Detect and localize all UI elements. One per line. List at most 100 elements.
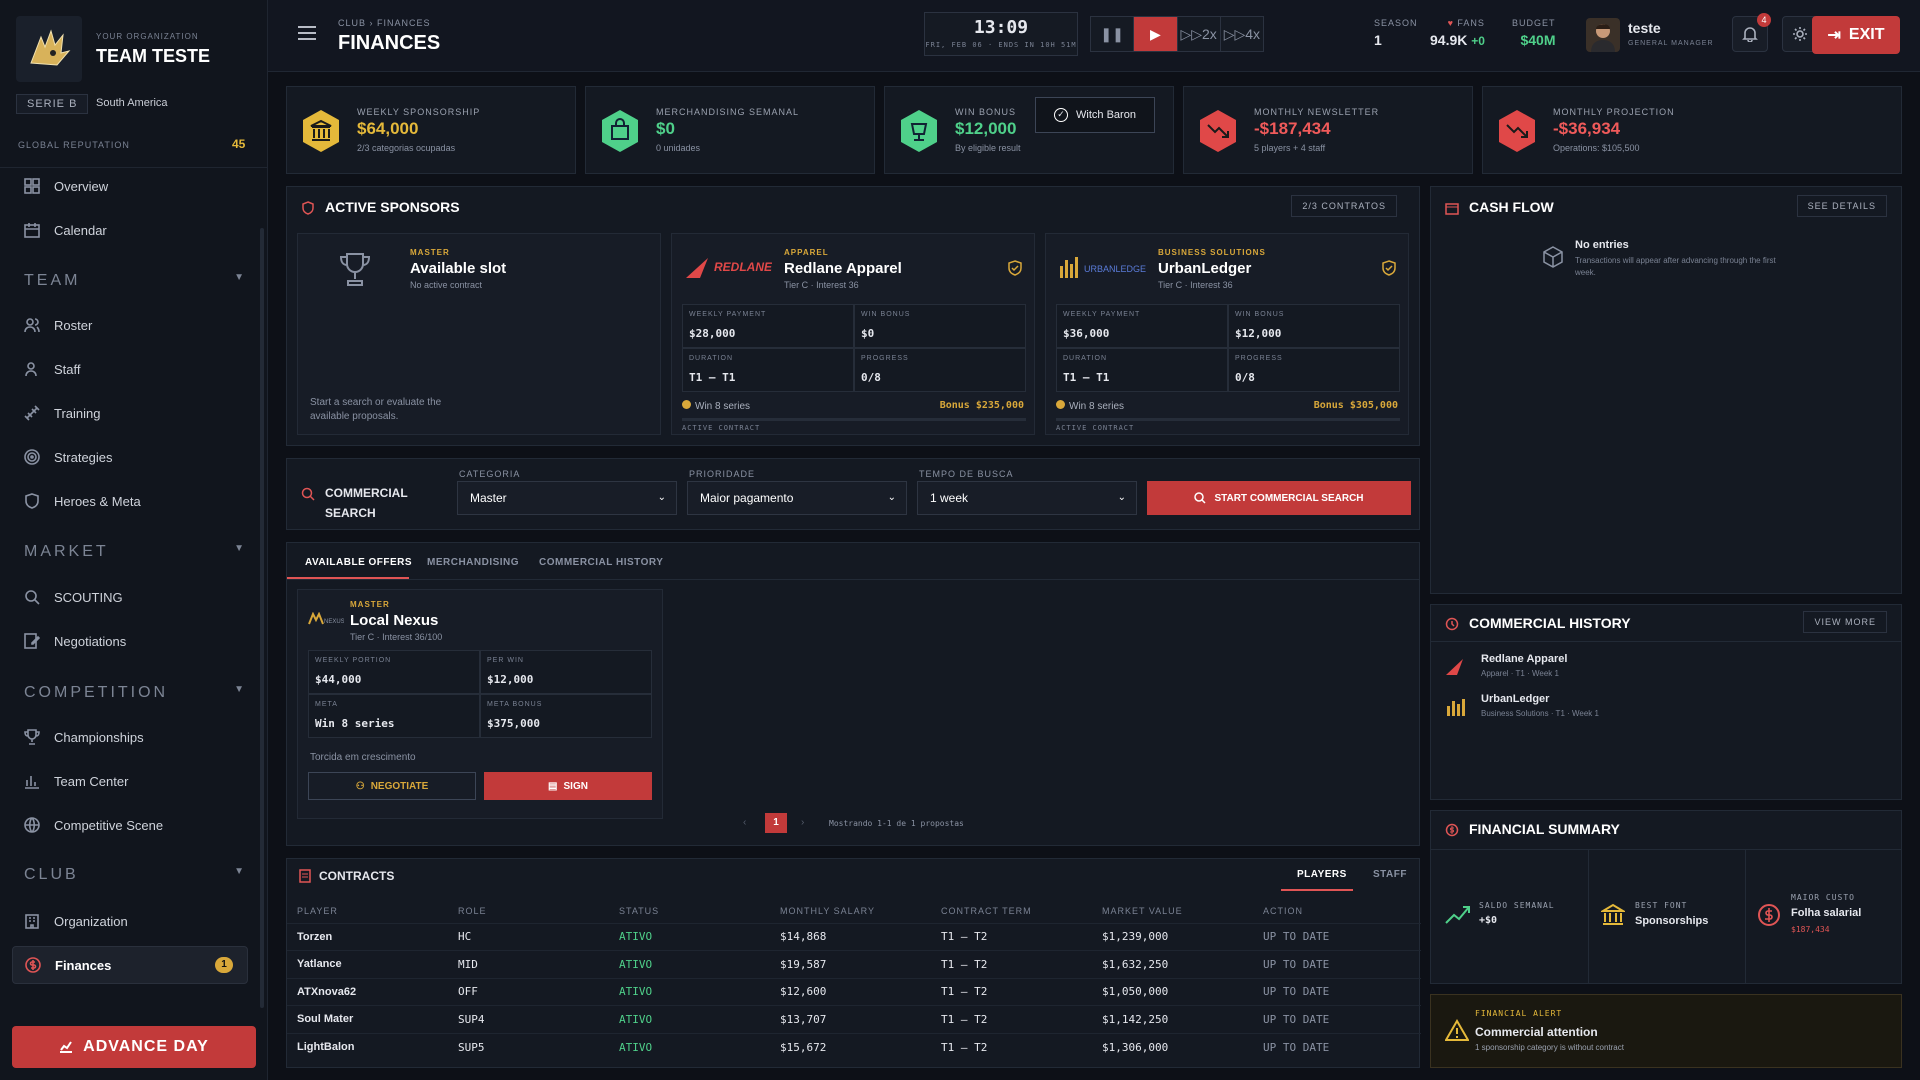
kpi-monthly-newsletter: MONTHLY NEWSLETTER -$187,434 5 players +… xyxy=(1183,86,1473,174)
cell-value: $44,000 xyxy=(315,673,362,686)
cell-label: WEEKLY PAYMENT xyxy=(689,311,767,318)
col-salary: MONTHLY SALARY xyxy=(780,905,876,916)
speed-2x-button[interactable]: ▷▷ 2x xyxy=(1178,17,1221,51)
sponsor-slot-available[interactable]: MASTER Available slot No active contract… xyxy=(297,233,661,435)
view-more-button[interactable]: VIEW MORE xyxy=(1803,611,1887,633)
nav-negotiations[interactable]: Negotiations xyxy=(12,623,248,659)
nav-championships[interactable]: Championships xyxy=(12,719,248,755)
notifications-button[interactable]: 4 xyxy=(1732,13,1771,52)
sponsor-card-redlane[interactable]: REDLANE APPAREL Redlane Apparel Tier C ·… xyxy=(671,233,1035,435)
history-sub: Business Solutions · T1 · Week 1 xyxy=(1481,709,1599,718)
cell-value: Win 8 series xyxy=(315,717,395,730)
history-item[interactable]: Redlane Apparel Apparel · T1 · Week 1 xyxy=(1445,649,1889,685)
financial-alert: FINANCIAL ALERT Commercial attention 1 s… xyxy=(1430,994,1902,1068)
contract-status: ACTIVE CONTRACT xyxy=(1056,424,1135,432)
table-row[interactable]: Torzen HC ATIVO $14,868 T1 — T2 $1,239,000 UP … xyxy=(287,922,1421,951)
warning-icon xyxy=(1444,1019,1470,1044)
chevron-down-icon: ▼ xyxy=(234,272,244,283)
tab-players[interactable]: PLAYERS xyxy=(1297,869,1347,880)
weekly-payment-cell: WEEKLY PAYMENT $28,000 xyxy=(682,304,854,348)
nav-staff[interactable]: Staff xyxy=(12,351,248,387)
cell-role: MID xyxy=(448,950,609,978)
section-team[interactable]: TEAM ▼ xyxy=(24,272,244,290)
tab-staff[interactable]: STAFF xyxy=(1373,869,1407,880)
table-row[interactable]: Soul Mater SUP4 ATIVO $13,707 T1 — T2 $1,142,… xyxy=(287,1005,1421,1033)
cell-player: Yatlance xyxy=(287,950,448,978)
next-page-icon[interactable]: › xyxy=(801,817,804,828)
nav-finances[interactable]: Finances 1 xyxy=(12,946,248,984)
section-competition[interactable]: COMPETITION ▼ xyxy=(24,684,244,702)
slot-hint: Start a search or evaluate the available… xyxy=(310,397,442,422)
witch-baron-button[interactable]: ✓ Witch Baron xyxy=(1035,97,1155,133)
finances-badge: 1 xyxy=(215,957,233,973)
panel-title: CASH FLOW xyxy=(1469,199,1554,215)
panel-title: COMMERCIAL HISTORY xyxy=(1469,615,1631,631)
button-label: START COMMERCIAL SEARCH xyxy=(1214,492,1364,504)
pause-button[interactable]: ❚❚ xyxy=(1091,17,1135,51)
priority-select[interactable]: Maior pagamento ⌄ xyxy=(687,481,907,515)
nav-training[interactable]: Training xyxy=(12,395,248,431)
negotiate-button[interactable]: ⚇ NEGOTIATE xyxy=(308,772,476,800)
nav-calendar[interactable]: Calendar xyxy=(12,212,248,248)
col-status: STATUS xyxy=(619,905,660,916)
sponsor-tier: BUSINESS SOLUTIONS xyxy=(1158,248,1266,257)
kpi-sub: 0 unidades xyxy=(656,143,701,153)
tab-available-offers[interactable]: AVAILABLE OFFERS xyxy=(305,557,412,568)
cell-status: ATIVO xyxy=(609,1005,770,1033)
start-search-button[interactable]: START COMMERCIAL SEARCH xyxy=(1147,481,1411,515)
tab-merchandising[interactable]: MERCHANDISING xyxy=(427,557,519,568)
page-1-button[interactable]: 1 xyxy=(765,813,787,833)
nav-scouting[interactable]: SCOUTING xyxy=(12,579,248,615)
cell-label: WEEKLY PORTION xyxy=(315,657,392,664)
nav-label: Negotiations xyxy=(54,633,127,649)
shield-icon xyxy=(25,493,39,509)
advance-day-button[interactable]: ADVANCE DAY xyxy=(12,1026,256,1068)
offer-card-local-nexus[interactable]: NEXUS MASTER Local Nexus Tier C · Intere… xyxy=(297,589,663,819)
category-select[interactable]: Master ⌄ xyxy=(457,481,677,515)
user-name: teste xyxy=(1628,20,1661,36)
history-item[interactable]: UrbanLedger Business Solutions · T1 · We… xyxy=(1445,689,1889,725)
table-row[interactable]: ATXnova62 OFF ATIVO $12,600 T1 — T2 $1,050,00… xyxy=(287,977,1421,1006)
meta-bonus-cell: META BONUS $375,000 xyxy=(480,694,652,738)
kpi-label: MONTHLY NEWSLETTER xyxy=(1254,107,1380,117)
offers-panel: AVAILABLE OFFERS MERCHANDISING COMMERCIA… xyxy=(286,542,1420,846)
nav-label: Roster xyxy=(54,317,93,333)
nav-strategies[interactable]: Strategies xyxy=(12,439,248,475)
play-button[interactable]: ▶ xyxy=(1134,17,1178,51)
section-market[interactable]: MARKET ▼ xyxy=(24,543,244,561)
time-select[interactable]: 1 week ⌄ xyxy=(917,481,1137,515)
menu-icon[interactable] xyxy=(298,26,316,40)
breadcrumb[interactable]: CLUB › FINANCES xyxy=(338,18,431,28)
table-row[interactable]: LightBalon SUP5 ATIVO $15,672 T1 — T2 $1,306,… xyxy=(287,1032,1421,1061)
bell-icon xyxy=(1742,27,1758,42)
cell-status: ATIVO xyxy=(609,1032,770,1061)
meta-cell: META Win 8 series xyxy=(308,694,480,738)
header: CLUB › FINANCES FINANCES 13:09 FRI, FEB … xyxy=(268,0,1920,72)
section-club[interactable]: CLUB ▼ xyxy=(24,866,244,884)
see-details-button[interactable]: SEE DETAILS xyxy=(1796,195,1887,217)
nav-team-center[interactable]: Team Center xyxy=(12,763,248,799)
prev-page-icon[interactable]: ‹ xyxy=(743,817,746,828)
nav-competitive-scene[interactable]: Competitive Scene xyxy=(12,807,248,843)
sponsor-card-urbanledger[interactable]: URBANLEDGER BUSINESS SOLUTIONS UrbanLedg… xyxy=(1045,233,1409,435)
nav-heroes[interactable]: Heroes & Meta xyxy=(12,483,248,519)
redlane-logo: REDLANE xyxy=(684,254,773,280)
cell-role: HC xyxy=(448,922,609,951)
col-market-value: MARKET VALUE xyxy=(1102,905,1183,916)
nav-roster[interactable]: Roster xyxy=(12,307,248,343)
nav-organization[interactable]: Organization xyxy=(12,903,248,939)
table-row[interactable]: Yatlance MID ATIVO $19,587 T1 — T2 $1,632,250… xyxy=(287,950,1421,978)
exit-button[interactable]: ⇥ EXIT xyxy=(1812,16,1900,54)
sidebar-scrollbar[interactable] xyxy=(260,228,264,1008)
cell-salary: $13,707 xyxy=(770,1005,931,1033)
nav-overview[interactable]: Overview xyxy=(12,168,248,204)
tab-commercial-history[interactable]: COMMERCIAL HISTORY xyxy=(539,557,663,568)
sign-button[interactable]: ▤ SIGN xyxy=(484,772,652,800)
cell-player: Soul Mater xyxy=(287,1005,448,1033)
user-profile[interactable]: teste GENERAL MANAGER xyxy=(1586,14,1716,56)
season-stat: SEASON 1 xyxy=(1374,18,1418,48)
app: YOUR ORGANIZATION TEAM TESTE SERIE B Sou… xyxy=(0,0,1920,1080)
win-bonus-cell: WIN BONUS $12,000 xyxy=(1228,304,1400,348)
building-icon xyxy=(25,914,39,929)
speed-4x-button[interactable]: ▷▷ 4x xyxy=(1221,17,1263,51)
